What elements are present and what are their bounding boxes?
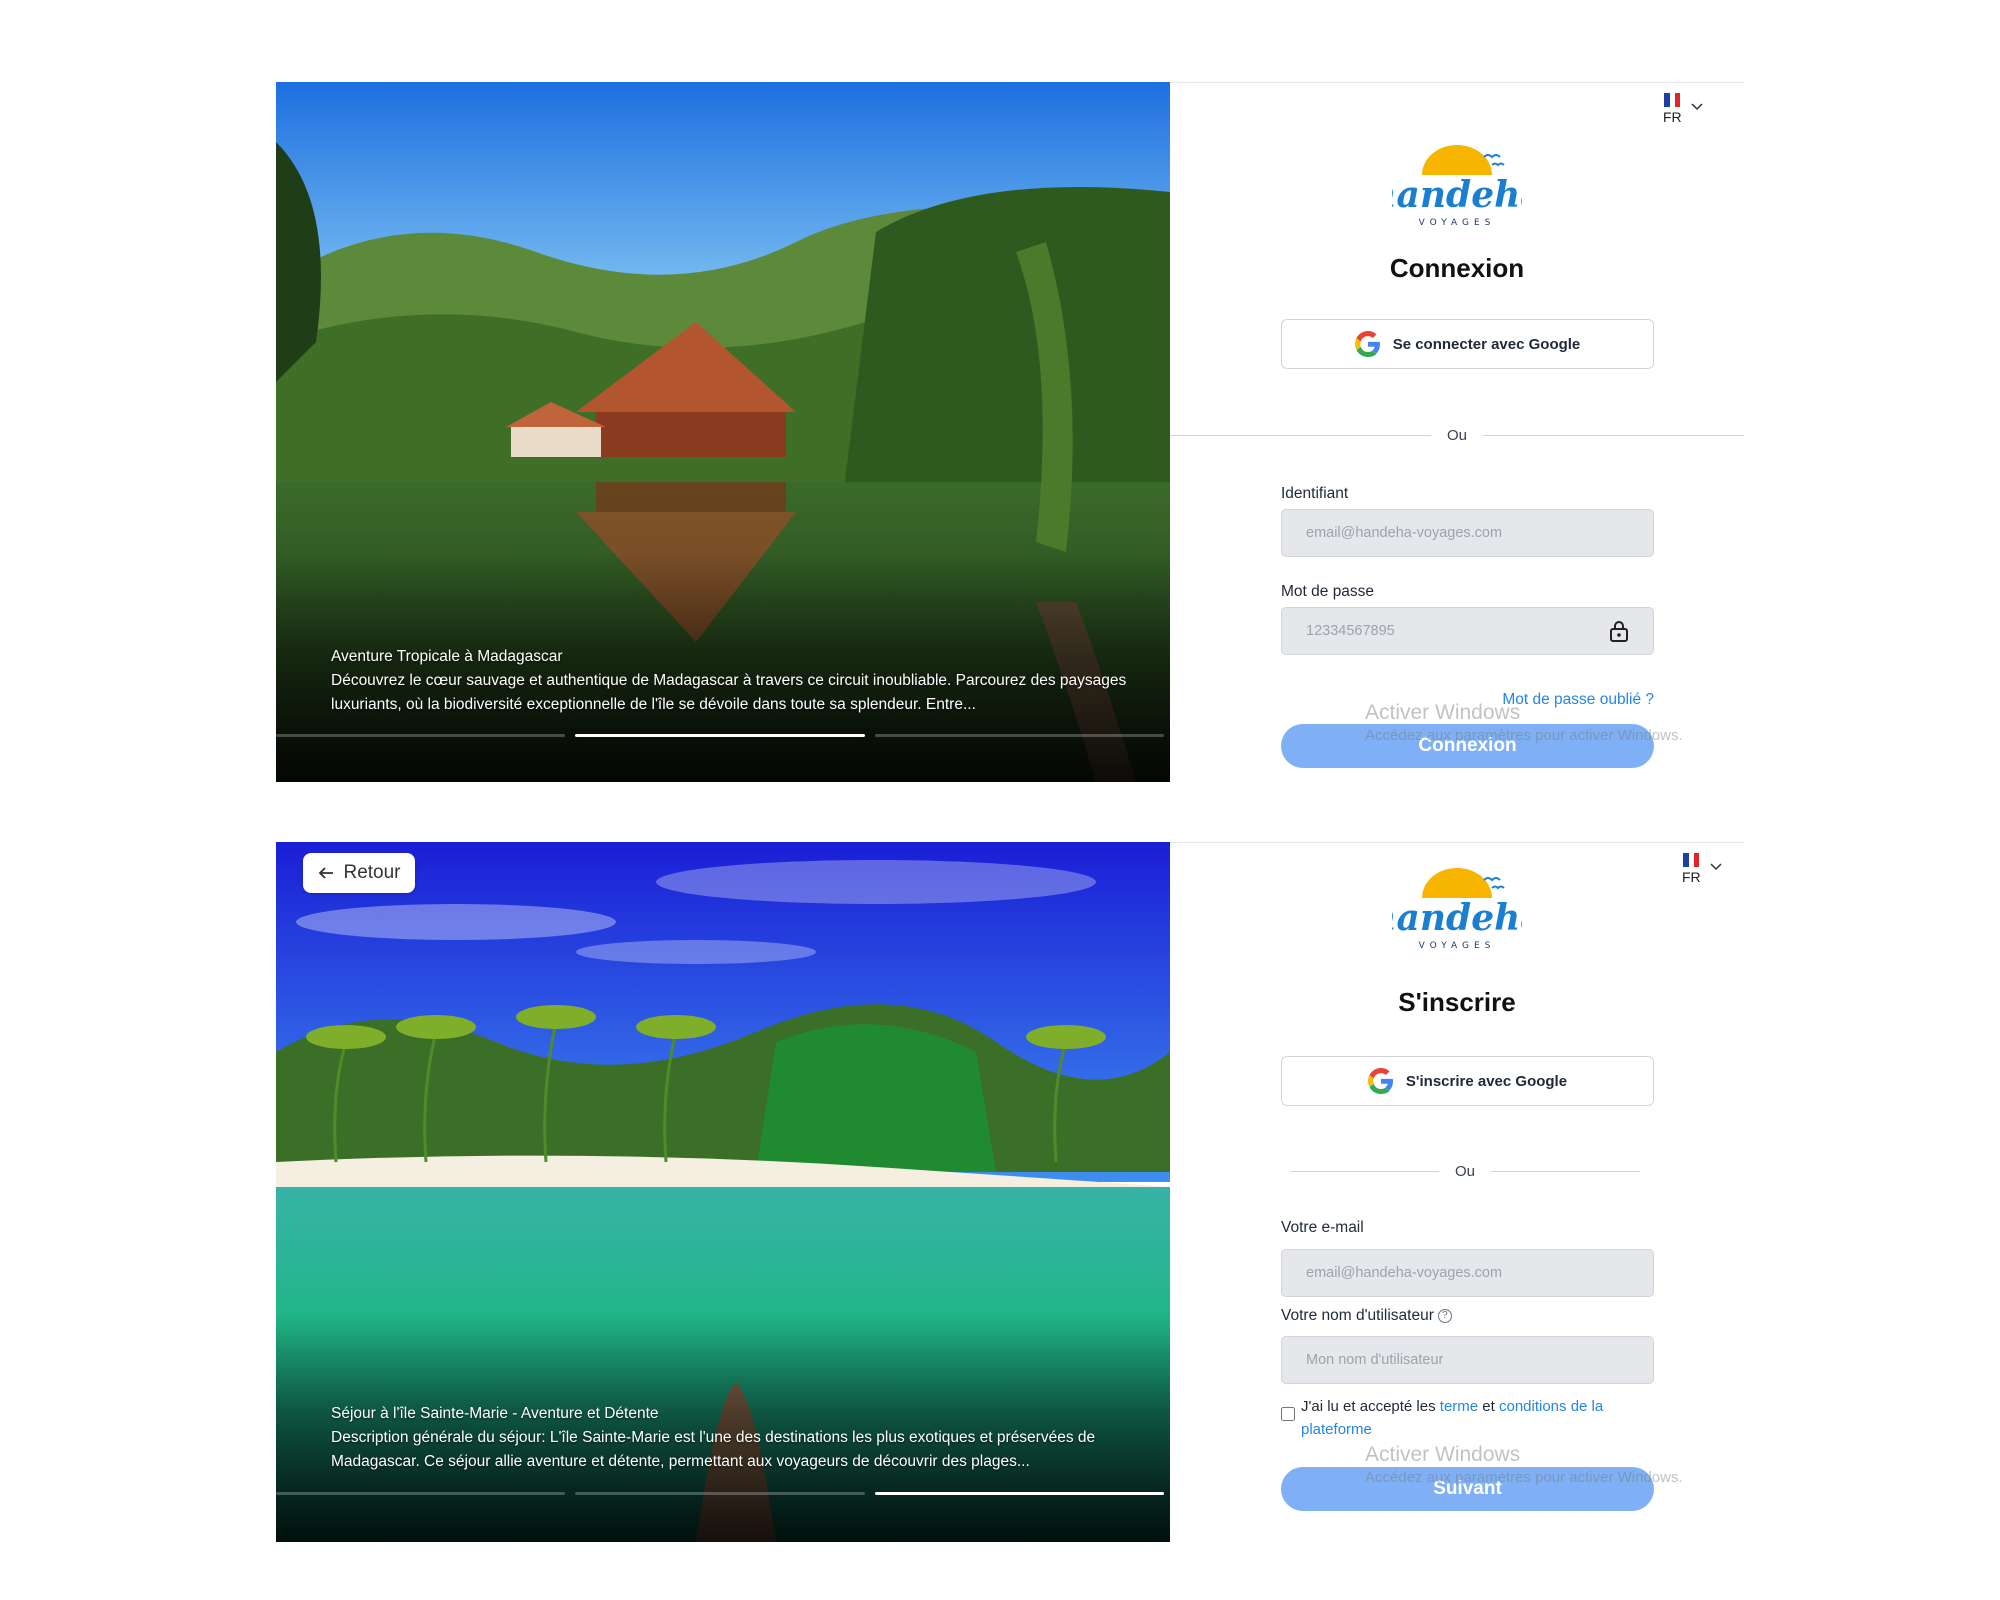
svg-text:handeha: handeha [1392,897,1522,939]
google-login-button[interactable]: Se connecter avec Google [1281,319,1654,369]
or-divider: Ou [1170,427,1745,444]
page-title: Connexion [1389,253,1525,283]
password-field [1281,607,1654,655]
login-form: FR handeha VOYAGES Connexion Se connecte… [1170,82,1745,782]
next-button[interactable]: Suivant [1281,1467,1654,1511]
google-login-label: Se connecter avec Google [1392,335,1581,353]
login-screen: Aventure Tropicale à Madagascar Découvre… [276,82,1745,782]
identifier-input[interactable] [1281,509,1654,557]
or-label: Ou [1447,427,1468,444]
signup-screen: Retour Séjour à l'île Sainte-Marie - Ave… [276,842,1744,1542]
help-icon[interactable]: ? [1437,1308,1452,1323]
carousel-dot-2-active[interactable] [575,734,865,737]
terms-and: et [1482,1398,1495,1415]
hero-caption: Séjour à l'île Sainte-Marie - Aventure e… [331,1402,1131,1474]
hero-carousel: Aventure Tropicale à Madagascar Découvre… [276,82,1170,782]
email-label: Votre e-mail [1281,1219,1364,1236]
forgot-password-link[interactable]: Mot de passe oublié ? [1502,691,1654,709]
google-signup-label: S'inscrire avec Google [1405,1072,1568,1090]
signup-form: FR handeha VOYAGES S'inscrire S'inscrire… [1170,842,1744,1542]
terms-prefix: J'ai lu et accepté les [1301,1398,1436,1415]
hero-title: Séjour à l'île Sainte-Marie - Aventure e… [331,1405,659,1422]
terms-text: J'ai lu et accepté les terme et conditio… [1301,1395,1654,1441]
username-label-text: Votre nom d'utilisateur [1281,1307,1434,1324]
username-label: Votre nom d'utilisateur? [1281,1307,1452,1325]
lock-icon[interactable] [1608,619,1630,643]
carousel-progress [276,734,1164,738]
svg-text:VOYAGES: VOYAGES [1419,941,1496,951]
svg-text:VOYAGES: VOYAGES [1419,218,1496,228]
hero-description: Description générale du séjour: L'île Sa… [331,1429,1096,1470]
hero-description: Découvrez le cœur sauvage et authentique… [331,672,1127,713]
france-flag-icon [1683,853,1700,867]
chevron-down-icon [1691,103,1703,111]
france-flag-icon [1664,93,1681,107]
language-code: FR [1682,869,1701,885]
google-g-icon [1367,1068,1393,1094]
arrow-left-icon [319,867,334,879]
identifier-label: Identifiant [1281,485,1349,502]
terms-agreement: J'ai lu et accepté les terme et conditio… [1281,1395,1654,1441]
handeha-voyages-logo: handeha VOYAGES [1392,868,1522,951]
svg-text:handeha: handeha [1392,174,1522,216]
google-g-icon [1354,331,1380,357]
or-label: Ou [1455,1163,1476,1180]
hero-carousel: Retour Séjour à l'île Sainte-Marie - Ave… [276,842,1170,1542]
login-submit-button[interactable]: Connexion [1281,724,1654,768]
language-selector[interactable]: FR [1663,93,1704,125]
carousel-progress [276,1492,1164,1496]
back-label: Retour [343,862,401,883]
google-signup-button[interactable]: S'inscrire avec Google [1281,1056,1654,1106]
carousel-dot-1[interactable] [276,1492,566,1495]
hero-title: Aventure Tropicale à Madagascar [331,648,563,665]
language-code: FR [1663,109,1682,125]
language-selector[interactable]: FR [1682,853,1723,885]
chevron-down-icon [1710,863,1722,871]
or-divider: Ou [1290,1163,1641,1180]
hero-caption: Aventure Tropicale à Madagascar Découvre… [331,645,1131,717]
carousel-dot-3[interactable] [874,734,1164,737]
carousel-dot-3-active[interactable] [874,1492,1164,1495]
page-title: S'inscrire [1398,987,1516,1017]
watermark-title: Activer Windows [1365,1443,1521,1466]
terms-link[interactable]: terme [1440,1398,1478,1415]
password-input[interactable] [1281,607,1654,655]
handeha-voyages-logo: handeha VOYAGES [1392,145,1522,228]
back-button[interactable]: Retour [303,853,415,893]
terms-checkbox[interactable] [1281,1407,1295,1421]
email-input[interactable] [1281,1249,1654,1297]
carousel-dot-1[interactable] [276,734,566,737]
carousel-dot-2[interactable] [575,1492,865,1495]
password-label: Mot de passe [1281,583,1375,600]
username-input[interactable] [1281,1336,1654,1384]
